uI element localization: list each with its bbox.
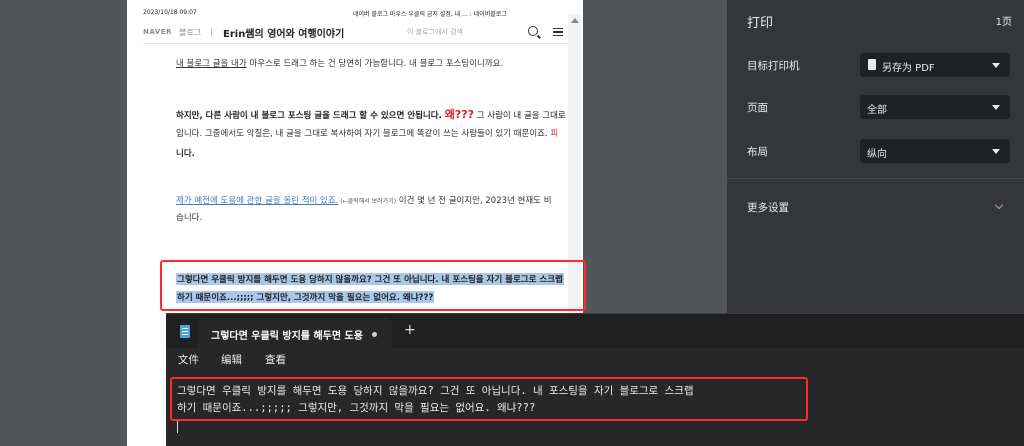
paragraph-2-rest: 그 사람이 내 글을 그대로 [474,111,566,121]
paragraph-5-text: 이건 몇 년 전 글이지만, 2023년 현재도 비 [396,196,552,206]
notepad-tab-bar: 그렇다면 우클릭 방지를 해두면 도용 + [166,314,1024,348]
blog-name: Erin쌤의 영어와 여행이야기 [223,29,345,40]
paragraph-6: 습니다. [176,213,203,223]
highlight-box-notepad [170,377,808,421]
paragraph-1: 내 블로그 글을 내가 마우스로 드래그 하는 건 당연히 가능합니다. 내 블… [176,57,503,69]
pages-label: 页面 [747,102,768,114]
unsaved-dot-icon[interactable] [372,332,377,337]
destination-label: 目标打印机 [747,60,800,72]
page-header-title: 네이버 블로그 마우스 우클릭 금지 설정, 내 ... : 네이버블로그 [353,11,507,18]
layout-label: 布局 [747,146,768,158]
page-count: 1页 [995,17,1012,28]
blog-search-input: 이 블로그에서 검색 [407,28,463,36]
layout-select[interactable]: 纵向 [860,139,1010,163]
divider [211,28,212,37]
paragraph-1-text: 마우스로 드래그 하는 건 당연히 가능합니다. 내 블로그 포스팅이니까요. [246,59,504,69]
page-header: 2023/10/18 09:07 네이버 블로그 마우스 우클릭 금지 설정, … [143,7,573,19]
menu-icon [553,28,563,36]
naver-logo: NAVER [143,28,172,36]
scroll-up-arrow-icon[interactable] [571,18,579,23]
paragraph-5-note: (←클릭해서 보러가기) [338,198,397,205]
paragraph-2: 하지만, 다른 사람이 내 블로그 포스팅 글을 드래그 할 수 있으면 안됩니… [176,106,566,122]
paragraph-5: 제가 예전에 도용에 관한 글을 올린 적이 있죠. (←클릭해서 보러가기) … [176,194,552,206]
menu-edit[interactable]: 编辑 [221,352,242,367]
notepad-tab[interactable]: 그렇다면 우클릭 방지를 해두면 도용 [198,318,392,348]
caret-down-icon [992,149,1000,154]
left-background [0,0,127,446]
file-icon [868,59,876,70]
screen: 2023/10/18 09:07 네이버 블로그 마우스 우클릭 금지 설정, … [0,0,1024,446]
menu-file[interactable]: 文件 [178,352,199,367]
destination-select[interactable]: 另存为 PDF [860,53,1010,77]
emphasis-text: 왜??? [444,108,475,121]
notepad-app-icon [180,325,190,338]
notepad-window: 그렇다면 우클릭 방지를 해두면 도용 + 文件 编辑 查看 그렇다면 우클릭 … [166,313,1024,446]
print-title: 打印 [747,16,774,31]
pages-select[interactable]: 全部 [860,95,1010,119]
layout-value: 纵向 [867,149,887,160]
destination-value: 另存为 PDF [882,63,935,74]
new-tab-button[interactable]: + [404,322,416,338]
pages-value: 全部 [867,105,887,116]
paragraph-3-tail: 피 [547,129,559,139]
menu-view[interactable]: 查看 [265,352,286,367]
search-icon [528,26,538,36]
notepad-tab-title: 그렇다면 우클릭 방지를 해두면 도용 [211,331,363,342]
paragraph-4: 니다. [176,149,195,159]
paragraph-1-link: 내 블로그 글을 내가 [176,59,247,69]
more-settings-button[interactable]: 更多设置 [747,200,789,215]
chevron-down-icon[interactable] [994,200,1004,210]
divider [727,178,1024,179]
paragraph-3-text: 입니다. 그중에서도 악질은, 내 글을 그대로 복사하여 자기 블로그에 똑같… [176,129,548,139]
caret-down-icon [992,63,1000,68]
text-cursor [177,421,178,433]
page-date: 2023/10/18 09:07 [143,9,197,16]
paragraph-3: 입니다. 그중에서도 악질은, 내 글을 그대로 복사하여 자기 블로그에 똑같… [176,127,558,139]
naver-blog-label: 블로그 [179,28,202,37]
highlight-box-page [160,260,586,311]
paragraph-2-text: 하지만, 다른 사람이 내 블로그 포스팅 글을 드래그 할 수 있으면 안됩니… [176,111,445,121]
caret-down-icon [992,105,1000,110]
blog-header-bar: NAVER 블로그 Erin쌤의 영어와 여행이야기 이 블로그에서 검색 [143,22,570,44]
paragraph-5-link: 제가 예전에 도용에 관한 글을 올린 적이 있죠. [176,196,339,206]
